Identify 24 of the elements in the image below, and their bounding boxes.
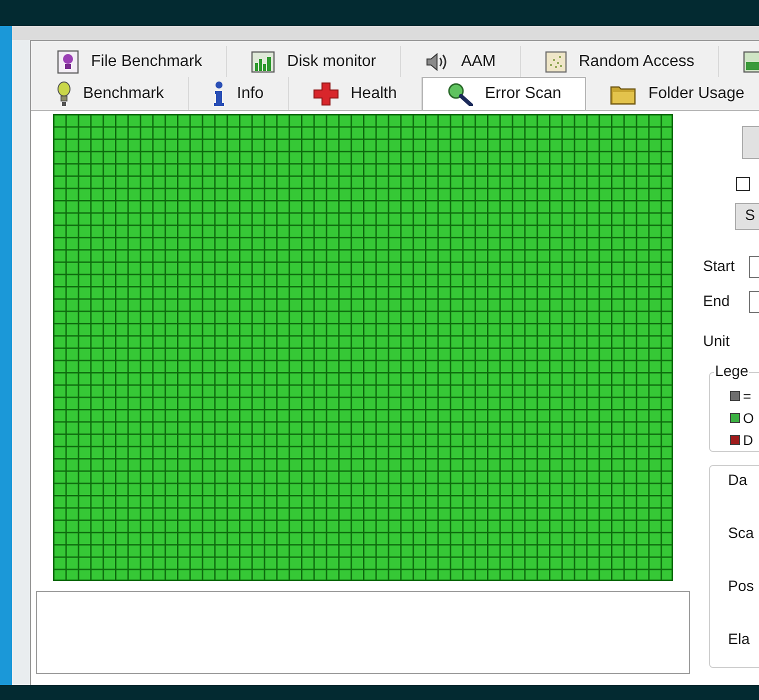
tab[interactable]: Error Scan — [422, 77, 586, 110]
bar-chart-icon — [251, 50, 276, 72]
chart-icon — [743, 50, 759, 72]
log-box[interactable] — [36, 591, 690, 674]
cross-icon — [312, 82, 339, 106]
info-label: Ela — [728, 630, 750, 648]
search-icon — [446, 82, 473, 106]
unit-label: Unit — [703, 332, 730, 352]
field-label: End — [703, 292, 731, 312]
legend-label: D — [743, 431, 754, 449]
checkbox[interactable] — [736, 177, 750, 191]
lightbulb-icon — [57, 80, 71, 106]
field-label: Start — [703, 257, 736, 277]
speaker-icon — [425, 52, 450, 72]
legend-label: = — [743, 387, 752, 405]
document-bulb-icon — [57, 50, 79, 74]
legend-label: O — [743, 409, 754, 427]
info-label: Da — [728, 472, 748, 490]
info-icon — [212, 80, 225, 106]
info-label: Sca — [728, 524, 754, 542]
info-label: Pos — [728, 578, 754, 596]
dotted-square-icon — [544, 50, 567, 72]
legend-title: Lege — [714, 362, 750, 380]
side-button[interactable]: S — [735, 203, 759, 230]
